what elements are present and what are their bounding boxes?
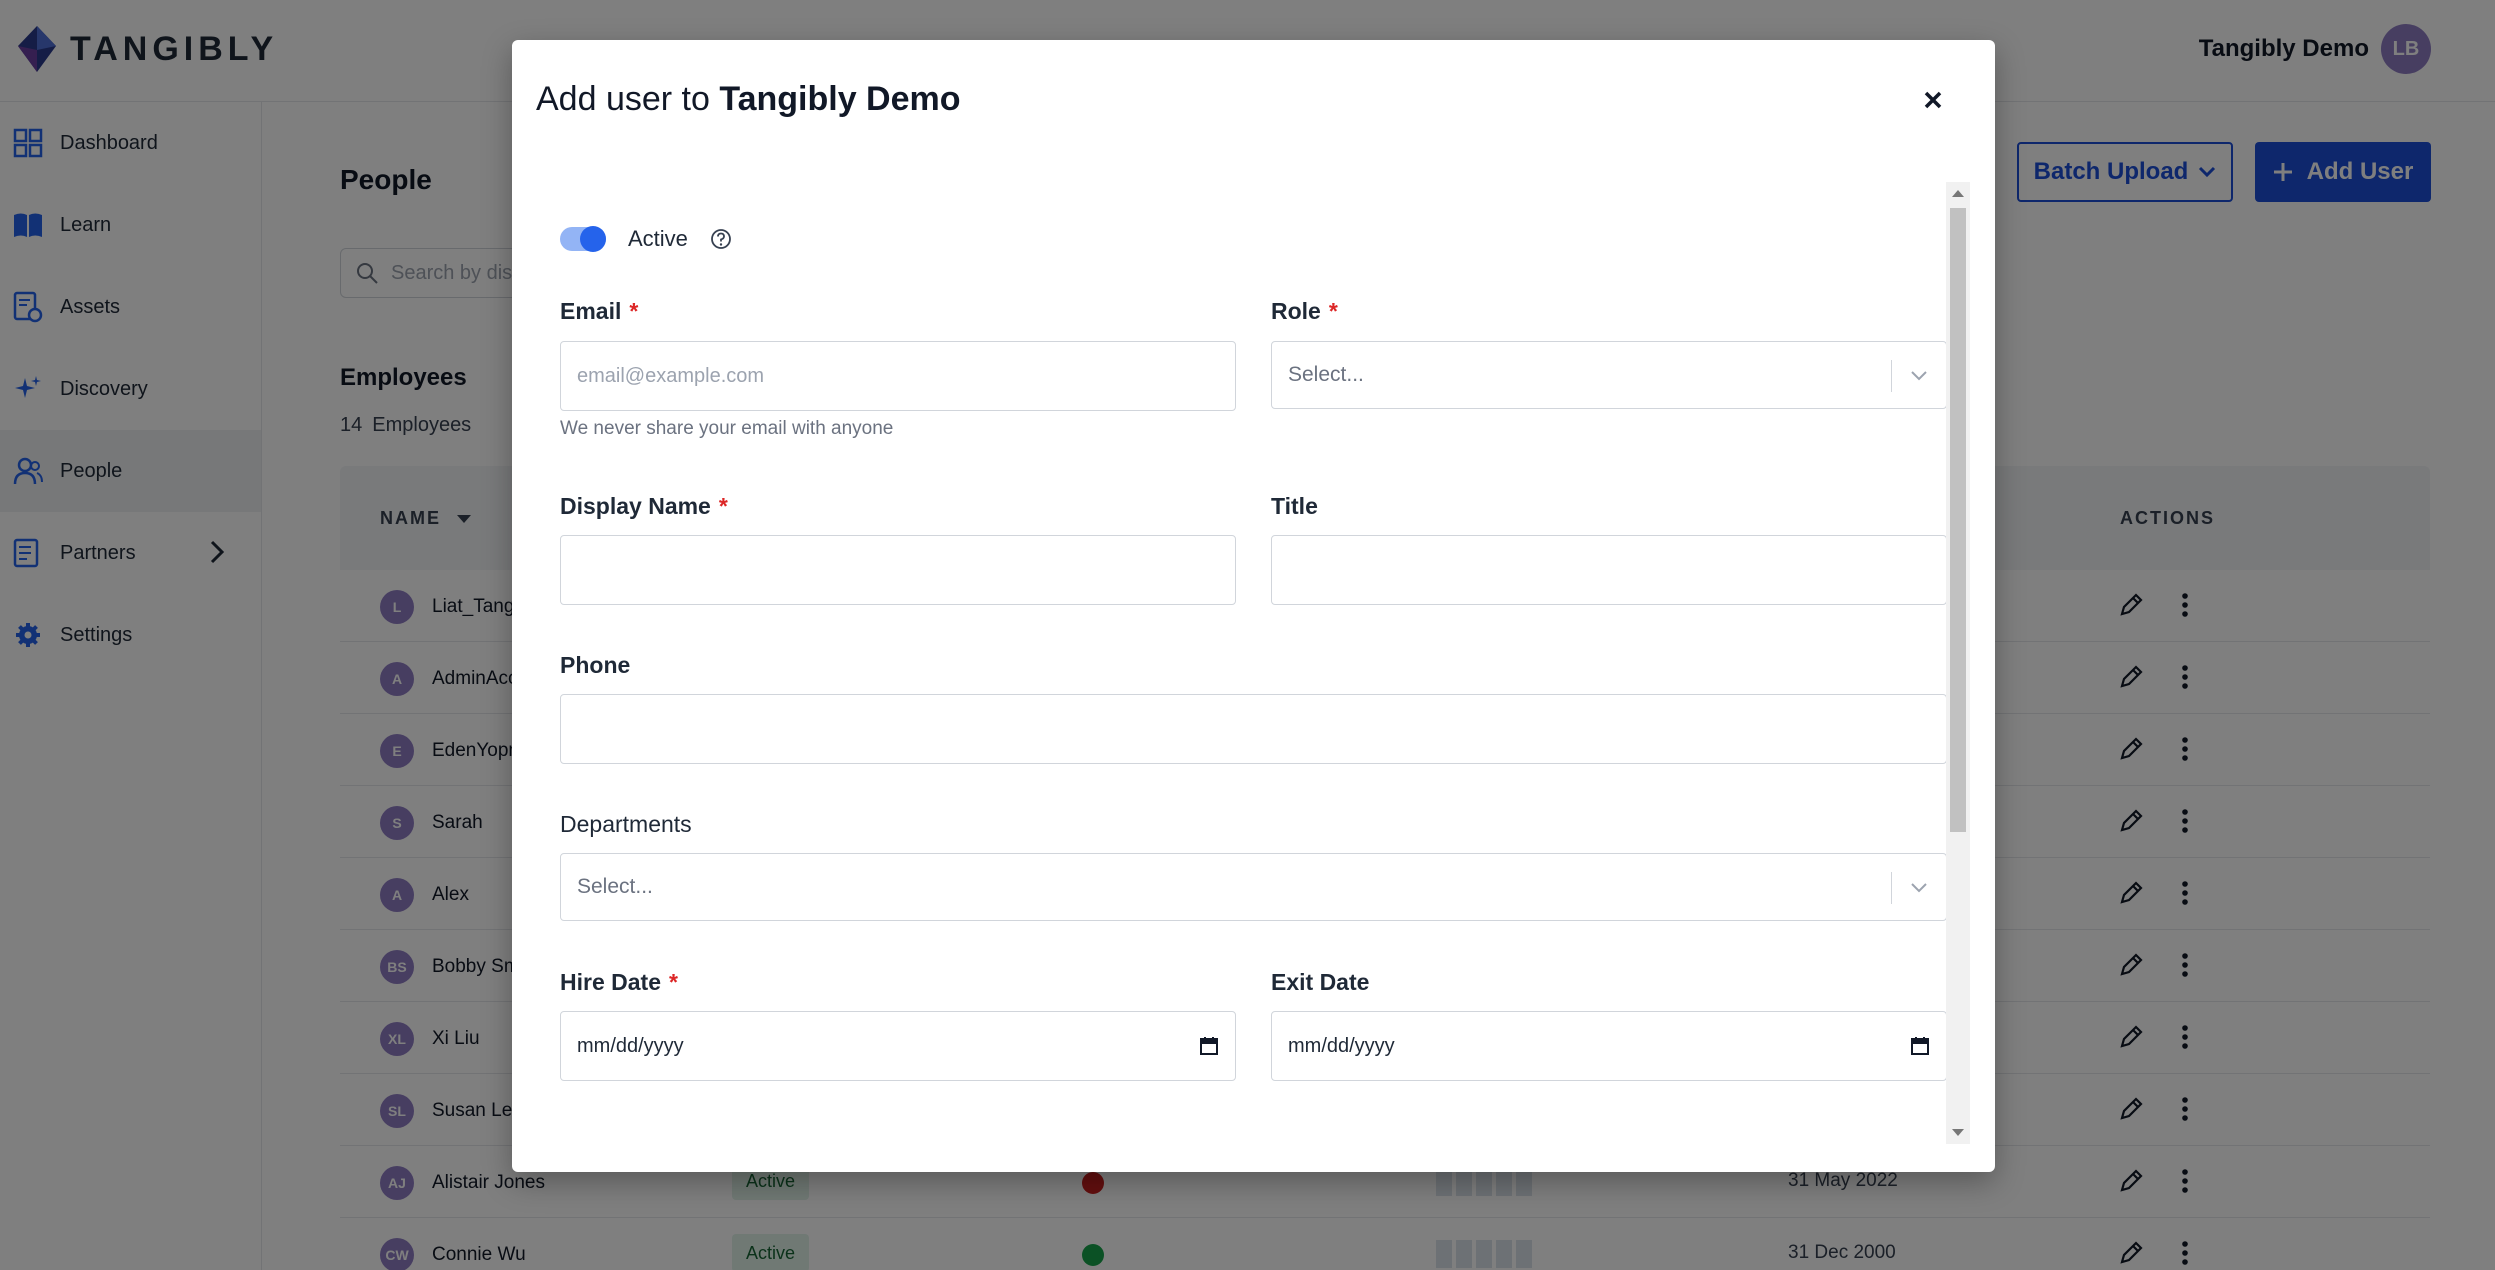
scroll-up-arrow[interactable] (1952, 190, 1964, 197)
departments-select[interactable]: Select... (560, 853, 1947, 921)
exit-date-field[interactable]: mm/dd/yyyy (1271, 1011, 1947, 1081)
title-field[interactable] (1271, 535, 1947, 605)
help-icon[interactable] (710, 228, 732, 250)
display-name-label: Display Name * (560, 493, 728, 520)
hire-date-label: Hire Date * (560, 969, 678, 996)
role-select[interactable]: Select... (1271, 341, 1947, 409)
departments-label: Departments (560, 811, 692, 837)
add-user-modal: Add user to Tangibly Demo Active Email * … (512, 40, 1995, 1172)
toggle-knob (580, 226, 606, 252)
select-separator (1891, 872, 1892, 904)
chevron-down-icon[interactable] (1908, 364, 1930, 386)
calendar-icon[interactable] (1910, 1036, 1930, 1056)
phone-field[interactable] (560, 694, 1947, 764)
chevron-down-icon[interactable] (1908, 876, 1930, 898)
close-button[interactable] (1913, 80, 1953, 120)
hire-date-placeholder: mm/dd/yyyy (577, 1034, 684, 1057)
hire-date-field[interactable]: mm/dd/yyyy (560, 1011, 1236, 1081)
active-toggle-row: Active (560, 226, 732, 252)
active-label: Active (628, 226, 688, 251)
required-mark: * (668, 969, 678, 995)
modal-form: Active Email * We never share your email … (548, 180, 1948, 1146)
required-mark: * (1328, 298, 1338, 324)
scrollbar-thumb[interactable] (1950, 208, 1966, 832)
modal-title-org: Tangibly Demo (719, 80, 961, 118)
email-label-text: Email (560, 298, 622, 324)
email-help-text: We never share your email with anyone (560, 418, 894, 439)
exit-date-label: Exit Date (1271, 969, 1370, 995)
display-name-label-text: Display Name (560, 493, 711, 519)
hire-date-label-text: Hire Date (560, 969, 661, 995)
modal-title: Add user to Tangibly Demo (536, 80, 961, 119)
select-separator (1891, 360, 1892, 392)
calendar-icon[interactable] (1199, 1036, 1219, 1056)
modal-scrollbar[interactable] (1946, 182, 1970, 1144)
role-label: Role * (1271, 298, 1338, 325)
required-mark: * (629, 298, 639, 324)
phone-label: Phone (560, 652, 631, 678)
active-toggle[interactable] (560, 226, 606, 252)
role-label-text: Role (1271, 298, 1321, 324)
modal-title-prefix: Add user to (536, 80, 710, 118)
title-label: Title (1271, 493, 1318, 519)
required-mark: * (718, 493, 728, 519)
display-name-field[interactable] (560, 535, 1236, 605)
email-field[interactable] (560, 341, 1236, 411)
scroll-down-arrow[interactable] (1952, 1129, 1964, 1136)
exit-date-placeholder: mm/dd/yyyy (1288, 1034, 1395, 1057)
role-select-placeholder: Select... (1288, 363, 1364, 386)
departments-select-placeholder: Select... (577, 875, 653, 898)
close-icon (1924, 91, 1942, 109)
email-label: Email * (560, 298, 638, 325)
